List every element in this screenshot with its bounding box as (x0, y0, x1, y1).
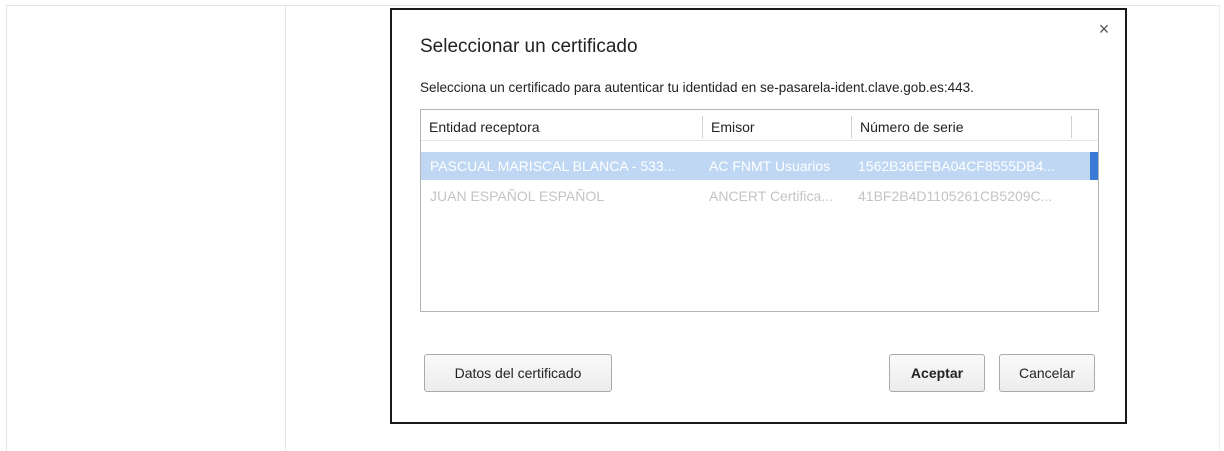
table-row[interactable]: JUAN ESPAÑOL ESPAÑOL ANCERT Certifica...… (421, 182, 1098, 210)
table-header: Entidad receptora Emisor Número de serie (421, 110, 1098, 141)
table-row-selected[interactable]: PASCUAL MARISCAL BLANCA - 533... AC FNMT… (421, 152, 1098, 180)
accept-button[interactable]: Aceptar (889, 354, 985, 392)
selection-marker (1090, 152, 1098, 180)
column-header-serial[interactable]: Número de serie (852, 110, 1070, 140)
certificate-details-button[interactable]: Datos del certificado (424, 354, 612, 392)
cell-subject: PASCUAL MARISCAL BLANCA - 533... (430, 158, 676, 174)
close-icon[interactable]: × (1095, 20, 1113, 38)
column-header-subject[interactable]: Entidad receptora (421, 110, 702, 140)
cell-issuer: AC FNMT Usuarios (709, 158, 831, 174)
cell-serial: 41BF2B4D1105261CB5209C... (858, 188, 1053, 204)
dialog-title: Seleccionar un certificado (420, 36, 638, 57)
certificate-table: Entidad receptora Emisor Número de serie… (420, 109, 1099, 312)
cancel-button[interactable]: Cancelar (999, 354, 1095, 392)
dialog-description: Selecciona un certificado para autentica… (420, 80, 974, 95)
cell-serial: 1562B36EFBA04CF8555DB4... (858, 158, 1055, 174)
column-header-issuer[interactable]: Emisor (703, 110, 851, 140)
select-certificate-dialog: × Seleccionar un certificado Selecciona … (390, 8, 1127, 424)
column-separator[interactable] (1071, 116, 1072, 138)
cell-issuer: ANCERT Certifica... (709, 188, 833, 204)
page-divider (285, 5, 286, 450)
cell-subject: JUAN ESPAÑOL ESPAÑOL (430, 188, 605, 204)
